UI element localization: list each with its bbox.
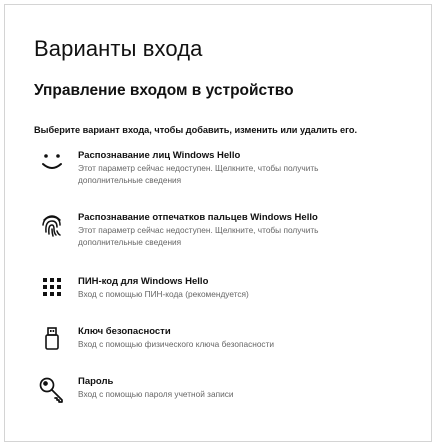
option-password[interactable]: Пароль Вход с помощью пароля учетной зап… (38, 376, 338, 422)
instruction-text: Выберите вариант входа, чтобы добавить, … (34, 125, 357, 135)
section-title: Управление входом в устройство (34, 82, 294, 99)
option-name: Распознавание лиц Windows Hello (78, 150, 241, 161)
option-name: Распознавание отпечатков пальцев Windows… (78, 212, 318, 223)
security-key-icon (38, 326, 66, 354)
page-title: Варианты входа (34, 36, 203, 61)
option-face-recognition[interactable]: Распознавание лиц Windows Hello Этот пар… (38, 150, 338, 196)
option-description: Вход с помощью физического ключа безопас… (78, 339, 275, 349)
option-fingerprint[interactable]: Распознавание отпечатков пальцев Windows… (38, 212, 338, 258)
pin-keypad-icon (38, 276, 66, 304)
fingerprint-icon (38, 212, 66, 240)
option-name: ПИН-код для Windows Hello (78, 276, 209, 287)
option-description: Вход с помощью ПИН-кода (рекомендуется) (78, 289, 249, 299)
option-description: Этот параметр сейчас недоступен. Щелкнит… (78, 225, 319, 247)
password-key-icon (38, 376, 66, 404)
option-security-key[interactable]: Ключ безопасности Вход с помощью физичес… (38, 326, 338, 372)
option-pin[interactable]: ПИН-код для Windows Hello Вход с помощью… (38, 276, 338, 322)
option-name: Пароль (78, 376, 114, 387)
option-description: Вход с помощью пароля учетной записи (78, 389, 234, 399)
face-smile-icon (38, 150, 66, 178)
option-description: Этот параметр сейчас недоступен. Щелкнит… (78, 163, 319, 185)
option-name: Ключ безопасности (78, 326, 171, 337)
